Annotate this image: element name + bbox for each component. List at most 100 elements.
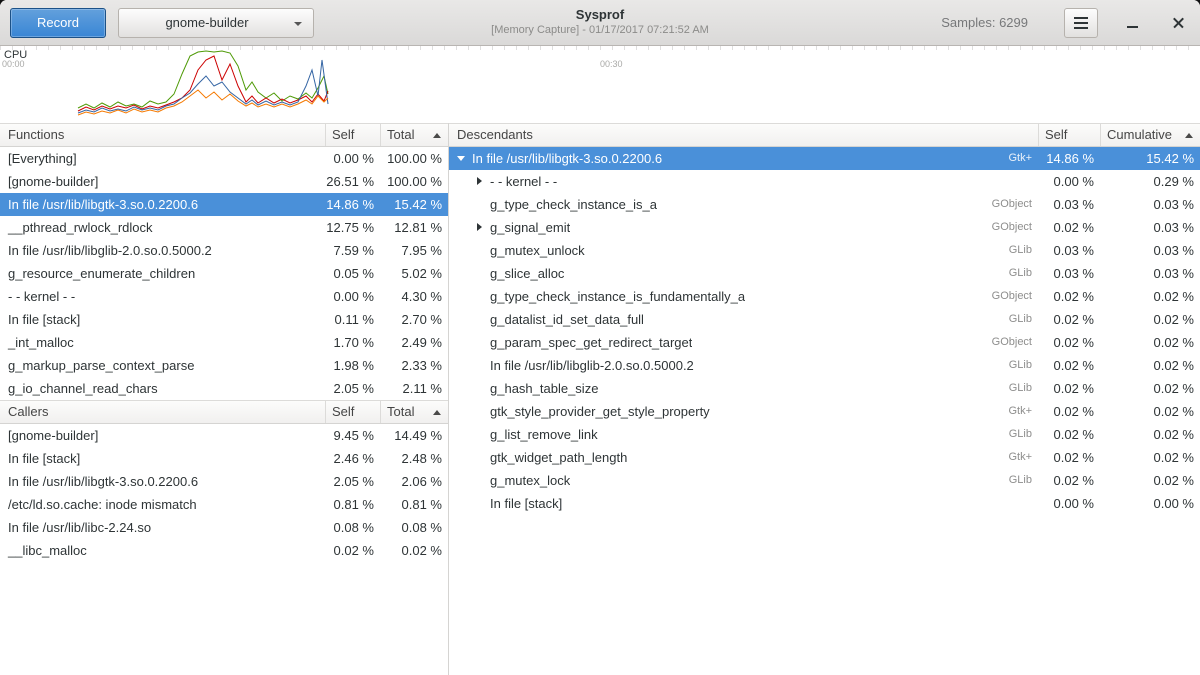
function-name: - - kernel - - (0, 285, 325, 308)
functions-table: [Everything] 0.00 % 100.00 % [gnome-buil… (0, 147, 448, 400)
total-value: 0.81 % (380, 493, 448, 516)
table-row[interactable]: g_mutex_unlock GLib 0.03 % 0.03 % (449, 239, 1200, 262)
category-label: GObject (968, 193, 1038, 216)
function-name: g_io_channel_read_chars (0, 377, 325, 400)
functions-pane: Functions Self Total [Everything] 0.00 %… (0, 123, 448, 675)
self-value: 0.02 % (1038, 216, 1100, 239)
table-row[interactable]: g_type_check_instance_is_fundamentally_a… (449, 285, 1200, 308)
column-header-descendants[interactable]: Descendants (449, 124, 1038, 146)
table-row[interactable]: g_signal_emit GObject 0.02 % 0.03 % (449, 216, 1200, 239)
function-name: [Everything] (0, 147, 325, 170)
window-subtitle: [Memory Capture] - 01/17/2017 07:21:52 A… (491, 24, 709, 36)
self-value: 14.86 % (325, 193, 380, 216)
descendant-name-cell: - - kernel - - (449, 170, 968, 193)
table-row[interactable]: In file /usr/lib/libgtk-3.so.0.2200.6 14… (0, 193, 448, 216)
table-row[interactable]: [gnome-builder] 9.45 % 14.49 % (0, 424, 448, 447)
self-value: 14.86 % (1038, 147, 1100, 170)
minimize-button[interactable] (1120, 11, 1144, 35)
self-value: 0.00 % (325, 147, 380, 170)
table-row[interactable]: g_type_check_instance_is_a GObject 0.03 … (449, 193, 1200, 216)
column-header-self[interactable]: Self (1038, 124, 1100, 146)
total-value: 2.70 % (380, 308, 448, 331)
table-row[interactable]: g_list_remove_link GLib 0.02 % 0.02 % (449, 423, 1200, 446)
table-row[interactable]: [Everything] 0.00 % 100.00 % (0, 147, 448, 170)
descendant-name: - - kernel - - (490, 170, 557, 193)
function-name: In file [stack] (0, 447, 325, 470)
descendant-name-cell: g_mutex_unlock (449, 239, 968, 262)
time-label-mid: 00:30 (600, 59, 623, 69)
total-value: 15.42 % (380, 193, 448, 216)
column-header-total[interactable]: Total (380, 124, 448, 146)
chevron-down-icon (294, 22, 302, 26)
self-value: 1.70 % (325, 331, 380, 354)
expander-icon (475, 446, 484, 469)
table-row[interactable]: - - kernel - - 0.00 % 0.29 % (449, 170, 1200, 193)
expander-icon[interactable] (475, 216, 484, 239)
expander-icon[interactable] (475, 170, 484, 193)
table-row[interactable]: In file /usr/lib/libgtk-3.so.0.2200.6 2.… (0, 470, 448, 493)
table-row[interactable]: In file [stack] 0.00 % 0.00 % (449, 492, 1200, 515)
record-button[interactable]: Record (10, 8, 106, 38)
table-row[interactable]: __pthread_rwlock_rdlock 12.75 % 12.81 % (0, 216, 448, 239)
column-header-self[interactable]: Self (325, 401, 380, 423)
self-value: 0.00 % (1038, 492, 1100, 515)
table-row[interactable]: In file /usr/lib/libc-2.24.so 0.08 % 0.0… (0, 516, 448, 539)
table-row[interactable]: In file /usr/lib/libglib-2.0.so.0.5000.2… (449, 354, 1200, 377)
column-header-callers[interactable]: Callers (0, 401, 325, 423)
headerbar-right: Samples: 6299 (941, 8, 1190, 38)
cumulative-value: 0.00 % (1100, 492, 1200, 515)
self-value: 0.02 % (1038, 285, 1100, 308)
table-row[interactable]: - - kernel - - 0.00 % 4.30 % (0, 285, 448, 308)
table-row[interactable]: g_resource_enumerate_children 0.05 % 5.0… (0, 262, 448, 285)
table-row[interactable]: g_hash_table_size GLib 0.02 % 0.02 % (449, 377, 1200, 400)
table-row[interactable]: g_markup_parse_context_parse 1.98 % 2.33… (0, 354, 448, 377)
table-row[interactable]: In file [stack] 2.46 % 2.48 % (0, 447, 448, 470)
table-row[interactable]: gtk_widget_path_length Gtk+ 0.02 % 0.02 … (449, 446, 1200, 469)
table-row[interactable]: gtk_style_provider_get_style_property Gt… (449, 400, 1200, 423)
category-label (968, 170, 1038, 193)
table-row[interactable]: In file /usr/lib/libglib-2.0.so.0.5000.2… (0, 239, 448, 262)
table-row[interactable]: /etc/ld.so.cache: inode mismatch 0.81 % … (0, 493, 448, 516)
descendant-name-cell: In file [stack] (449, 492, 968, 515)
expander-icon (475, 285, 484, 308)
descendant-name-cell: g_signal_emit (449, 216, 968, 239)
self-value: 12.75 % (325, 216, 380, 239)
column-header-cumulative[interactable]: Cumulative (1100, 124, 1200, 146)
self-value: 0.02 % (1038, 354, 1100, 377)
column-header-functions[interactable]: Functions (0, 124, 325, 146)
menu-button[interactable] (1064, 8, 1098, 38)
expander-icon (475, 331, 484, 354)
descendant-name: g_hash_table_size (490, 377, 598, 400)
total-value: 12.81 % (380, 216, 448, 239)
table-row[interactable]: In file [stack] 0.11 % 2.70 % (0, 308, 448, 331)
expander-icon (475, 492, 484, 515)
descendant-name: g_slice_alloc (490, 262, 564, 285)
expander-icon (475, 469, 484, 492)
function-name: In file /usr/lib/libgtk-3.so.0.2200.6 (0, 470, 325, 493)
table-row[interactable]: g_datalist_id_set_data_full GLib 0.02 % … (449, 308, 1200, 331)
column-header-total[interactable]: Total (380, 401, 448, 423)
column-header-self[interactable]: Self (325, 124, 380, 146)
self-value: 0.03 % (1038, 239, 1100, 262)
descendant-name: g_list_remove_link (490, 423, 598, 446)
category-label: Gtk+ (968, 147, 1038, 170)
table-row[interactable]: [gnome-builder] 26.51 % 100.00 % (0, 170, 448, 193)
cumulative-value: 0.02 % (1100, 354, 1200, 377)
self-value: 9.45 % (325, 424, 380, 447)
expander-icon[interactable] (457, 147, 466, 170)
table-row[interactable]: In file /usr/lib/libgtk-3.so.0.2200.6 Gt… (449, 147, 1200, 170)
table-row[interactable]: g_slice_alloc GLib 0.03 % 0.03 % (449, 262, 1200, 285)
table-row[interactable]: __libc_malloc 0.02 % 0.02 % (0, 539, 448, 562)
headerbar: Record gnome-builder Sysprof [Memory Cap… (0, 0, 1200, 46)
sort-indicator-icon (433, 133, 441, 138)
cpu-timeline[interactable]: CPU 00:00 00:30 (0, 46, 1200, 123)
table-row[interactable]: _int_malloc 1.70 % 2.49 % (0, 331, 448, 354)
table-row[interactable]: g_param_spec_get_redirect_target GObject… (449, 331, 1200, 354)
cpu-series-blue (78, 60, 328, 113)
table-row[interactable]: g_mutex_lock GLib 0.02 % 0.02 % (449, 469, 1200, 492)
table-row[interactable]: g_io_channel_read_chars 2.05 % 2.11 % (0, 377, 448, 400)
target-dropdown[interactable]: gnome-builder (118, 8, 314, 38)
close-button[interactable] (1166, 11, 1190, 35)
descendant-name: gtk_widget_path_length (490, 446, 627, 469)
cumulative-value: 0.03 % (1100, 239, 1200, 262)
